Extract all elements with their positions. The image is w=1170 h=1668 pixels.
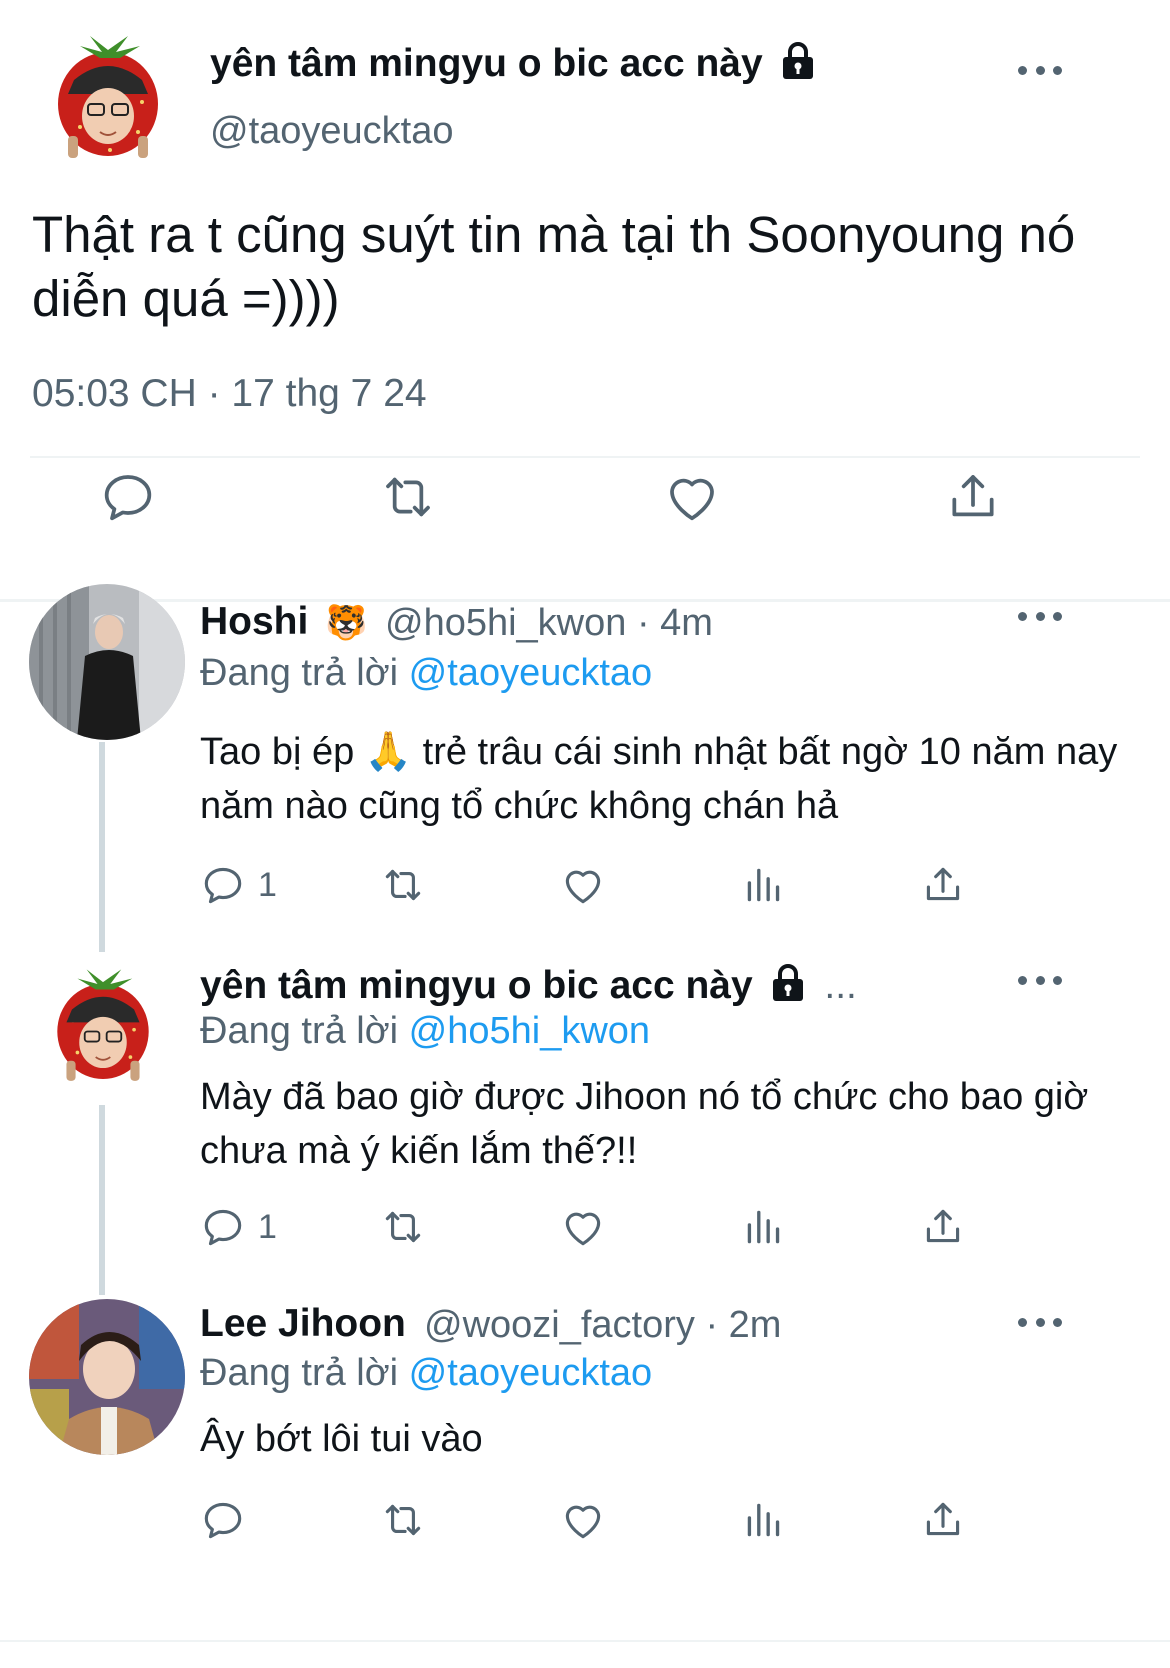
reply-avatar-author[interactable] <box>50 965 156 1087</box>
retweet-icon[interactable] <box>376 465 440 529</box>
truncation-ellipsis: ... <box>824 964 857 1007</box>
author-avatar[interactable] <box>50 32 166 164</box>
divider <box>30 456 1140 458</box>
bottom-divider <box>0 1640 1170 1642</box>
author-display-name[interactable]: yên tâm mingyu o bic acc này <box>210 42 816 90</box>
reply-icon[interactable] <box>96 465 160 529</box>
like-icon[interactable] <box>558 1202 608 1252</box>
share-icon[interactable] <box>918 1495 968 1545</box>
retweet-icon[interactable] <box>378 1202 428 1252</box>
share-icon[interactable] <box>941 465 1005 529</box>
retweet-icon[interactable] <box>378 860 428 910</box>
replying-to: Đang trả lời @taoyeucktao <box>200 1352 652 1395</box>
replying-to-label: Đang trả lời <box>200 652 399 694</box>
replying-to: Đang trả lời @ho5hi_kwon <box>200 1010 650 1053</box>
like-icon[interactable] <box>558 860 608 910</box>
tweet-timestamp[interactable]: 05:03 CH · 17 thg 7 24 <box>32 372 427 416</box>
replying-to-link[interactable]: @taoyeucktao <box>409 652 653 694</box>
more-dots-icon[interactable] <box>1018 60 1062 80</box>
reply-icon[interactable] <box>198 1495 248 1545</box>
tweet-text: Thật ra t cũng suýt tin mà tại th Soonyo… <box>32 206 1076 327</box>
author-name-text[interactable]: yên tâm mingyu o bic acc này <box>210 42 763 85</box>
reply-icon[interactable] <box>198 1202 248 1252</box>
reply-display-name[interactable]: Hoshi 🐯 <box>200 600 368 644</box>
like-icon[interactable] <box>660 465 724 529</box>
author-handle[interactable]: @taoyeucktao <box>210 110 454 153</box>
reply-avatar-hoshi[interactable] <box>29 584 185 740</box>
more-dots-icon[interactable] <box>1018 606 1062 626</box>
reply-avatar-jihoon[interactable] <box>29 1299 185 1455</box>
views-icon[interactable] <box>739 860 789 910</box>
replying-to-link[interactable]: @taoyeucktao <box>409 1352 653 1394</box>
retweet-icon[interactable] <box>378 1495 428 1545</box>
reply-display-name[interactable]: Lee Jihoon <box>200 1302 406 1346</box>
views-icon[interactable] <box>739 1495 789 1545</box>
reply-display-name[interactable]: yên tâm mingyu o bic acc này ... <box>200 964 857 1012</box>
thread-line <box>99 1105 105 1295</box>
reply-text: Mày đã bao giờ được Jihoon nó tổ chức ch… <box>200 1076 1089 1172</box>
like-icon[interactable] <box>558 1495 608 1545</box>
reply-text: Tao bị ép 🙏 trẻ trâu cái sinh nhật bất n… <box>200 731 1118 827</box>
reply-count: 1 <box>258 1208 277 1246</box>
replying-to-label: Đang trả lời <box>200 1352 399 1394</box>
replying-to: Đang trả lời @taoyeucktao <box>200 652 652 695</box>
reply-name-text[interactable]: yên tâm mingyu o bic acc này <box>200 964 753 1007</box>
reply-text: Ây bớt lôi tui vào <box>200 1418 483 1460</box>
reply-icon[interactable] <box>198 860 248 910</box>
replying-to-label: Đang trả lời <box>200 1010 399 1052</box>
thread-line <box>99 742 105 952</box>
reply-count: 1 <box>258 866 277 904</box>
more-dots-icon[interactable] <box>1018 1312 1062 1332</box>
tiger-icon: 🐯 <box>325 604 368 642</box>
views-icon[interactable] <box>739 1202 789 1252</box>
lock-icon <box>770 964 806 1012</box>
replying-to-link[interactable]: @ho5hi_kwon <box>409 1010 650 1052</box>
share-icon[interactable] <box>918 860 968 910</box>
reply-handle-time[interactable]: @woozi_factory · 2m <box>424 1304 781 1347</box>
share-icon[interactable] <box>918 1202 968 1252</box>
lock-icon <box>780 42 816 90</box>
more-dots-icon[interactable] <box>1018 970 1062 990</box>
reply-name-text[interactable]: Hoshi <box>200 600 308 643</box>
reply-handle-time[interactable]: @ho5hi_kwon · 4m <box>385 602 713 645</box>
